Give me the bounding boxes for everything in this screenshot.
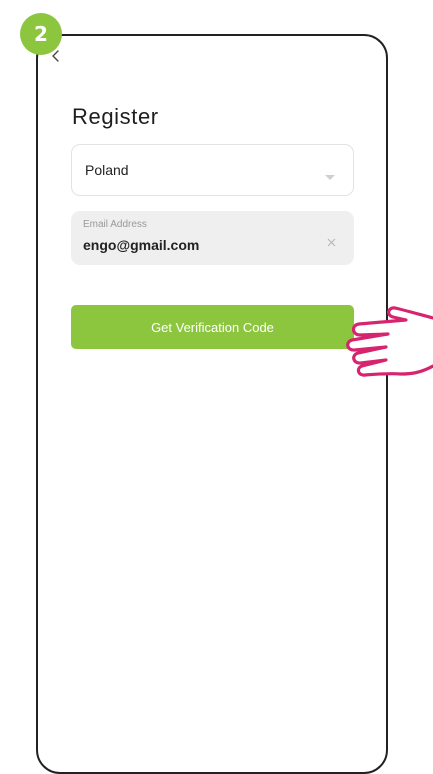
step-badge: 2	[20, 13, 62, 55]
email-field[interactable]: Email Address engo@gmail.com	[71, 211, 354, 265]
page-title: Register	[72, 104, 159, 129]
chevron-down-icon	[325, 168, 335, 180]
email-field-label: Email Address	[83, 219, 147, 230]
get-verification-code-button[interactable]: Get Verification Code	[71, 305, 354, 349]
region-select[interactable]: Poland	[71, 144, 354, 196]
region-select-value: Poland	[85, 162, 129, 178]
close-icon[interactable]	[327, 234, 336, 247]
email-field-value[interactable]: engo@gmail.com	[83, 237, 199, 253]
pointing-hand-icon	[346, 302, 433, 382]
